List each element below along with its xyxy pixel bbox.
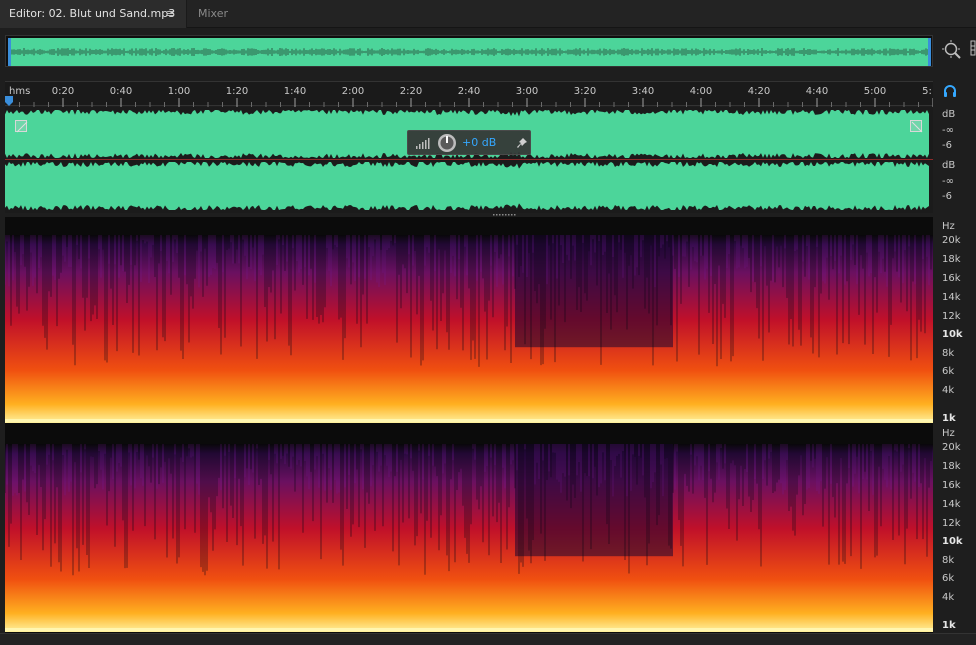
grip-dot [511,214,513,216]
frequency-label: 18k [942,461,961,472]
ruler-tick-label: 4:20 [747,86,771,97]
frequency-label: 6k [942,366,955,377]
grip-dot [496,214,498,216]
ruler-tick-label: 2:20 [399,86,423,97]
fade-out-handle[interactable] [910,120,923,133]
ruler-tick-label: 1:20 [225,86,249,97]
ruler-tick-label: 5: [922,86,932,97]
grip-dot [499,214,501,216]
spectral-channel-left [5,235,933,423]
tab-editor-label: Editor: 02. Blut und Sand.mp3 [9,7,176,20]
frequency-label: 20k [942,235,961,246]
ruler-tick-label: 1:00 [167,86,191,97]
time-unit-label: hms [9,86,31,97]
tab-mixer-label: Mixer [198,7,229,20]
frequency-label: 8k [942,348,955,359]
fade-in-handle[interactable] [15,120,28,133]
ruler-tick-label: 4:00 [689,86,713,97]
frequency-label: 4k [942,592,955,603]
overview-range-end[interactable] [928,38,931,66]
volume-knob[interactable] [437,133,457,153]
amplitude-label: -6 [942,191,952,202]
frequency-scale-left: Hz 20k 18k 16k 14k 12k 10k 8k 6k 4k 1k [936,221,976,424]
frequency-label: 1k [942,620,956,631]
grip-dot [502,214,504,216]
overview-range-start[interactable] [8,38,11,66]
frequency-label: 12k [942,518,961,529]
frequency-label: 12k [942,311,961,322]
ruler-tick-label: 4:40 [805,86,829,97]
pin-icon[interactable] [516,137,528,149]
grip-dot [493,214,495,216]
ruler-tick-label: 3:20 [573,86,597,97]
frequency-label: 14k [942,499,961,510]
amplitude-label: -∞ [942,176,954,187]
volume-hud: +0 dB [407,130,531,155]
frequency-label: 8k [942,555,955,566]
playhead-marker[interactable] [5,96,13,106]
frequency-label: 10k [942,329,963,340]
amplitude-scale-left: dB -∞ -6 [936,109,976,159]
frequency-label: 20k [942,442,961,453]
frequency-scale-right: Hz 20k 18k 16k 14k 12k 10k 8k 6k 4k 1k [936,428,976,631]
amplitude-scale-right: dB -∞ -6 [936,160,976,210]
frequency-label: 1k [942,413,956,424]
overview-waveform[interactable] [5,35,933,67]
grip-dot [505,214,507,216]
frequency-label: 16k [942,480,961,491]
amplitude-unit: dB [942,109,956,120]
headphones-icon[interactable] [942,83,958,99]
ruler-tick-label: 1:40 [283,86,307,97]
ruler-tick-label: 5:00 [863,86,887,97]
spectral-frequency-display[interactable] [5,217,933,633]
ruler-tick-label: 3:00 [515,86,539,97]
ruler-tick-label: 0:20 [51,86,75,97]
waveform-display[interactable] [5,107,933,213]
status-strip [0,633,976,645]
amplitude-label: -6 [942,140,952,151]
panel-tab-bar: Editor: 02. Blut und Sand.mp3 ≡ Mixer [0,0,976,28]
amplitude-label: -∞ [942,125,954,136]
ruler-tick-label: 0:40 [109,86,133,97]
ruler-tick-label: 2:00 [341,86,365,97]
amplitude-unit: dB [942,160,956,171]
tab-mixer[interactable]: Mixer [186,0,252,28]
frequency-label: 6k [942,573,955,584]
volume-value[interactable]: +0 dB [462,136,496,149]
volume-bars-icon [416,138,430,149]
panel-handle-icon[interactable] [970,40,976,56]
waveform-channel-right [5,162,929,210]
frequency-unit: Hz [942,428,955,439]
frequency-label: 16k [942,273,961,284]
frequency-label: 14k [942,292,961,303]
frequency-label: 10k [942,536,963,547]
ruler-tick-label: 2:40 [457,86,481,97]
tab-editor[interactable]: Editor: 02. Blut und Sand.mp3 ≡ [0,0,186,28]
grip-dot [508,214,510,216]
spectral-channel-right [5,444,933,632]
channel-divider [5,159,933,160]
grip-dot [514,214,516,216]
frequency-unit: Hz [942,221,955,232]
frequency-label: 4k [942,385,955,396]
time-ruler[interactable]: hms 0:20 0:40 1:00 1:20 1:40 2:00 2:20 2:40 3:00… [5,81,933,107]
ruler-tick-label: 3:40 [631,86,655,97]
frequency-label: 18k [942,254,961,265]
zoom-to-selection-icon[interactable] [941,39,963,61]
panel-menu-icon[interactable]: ≡ [166,0,175,28]
